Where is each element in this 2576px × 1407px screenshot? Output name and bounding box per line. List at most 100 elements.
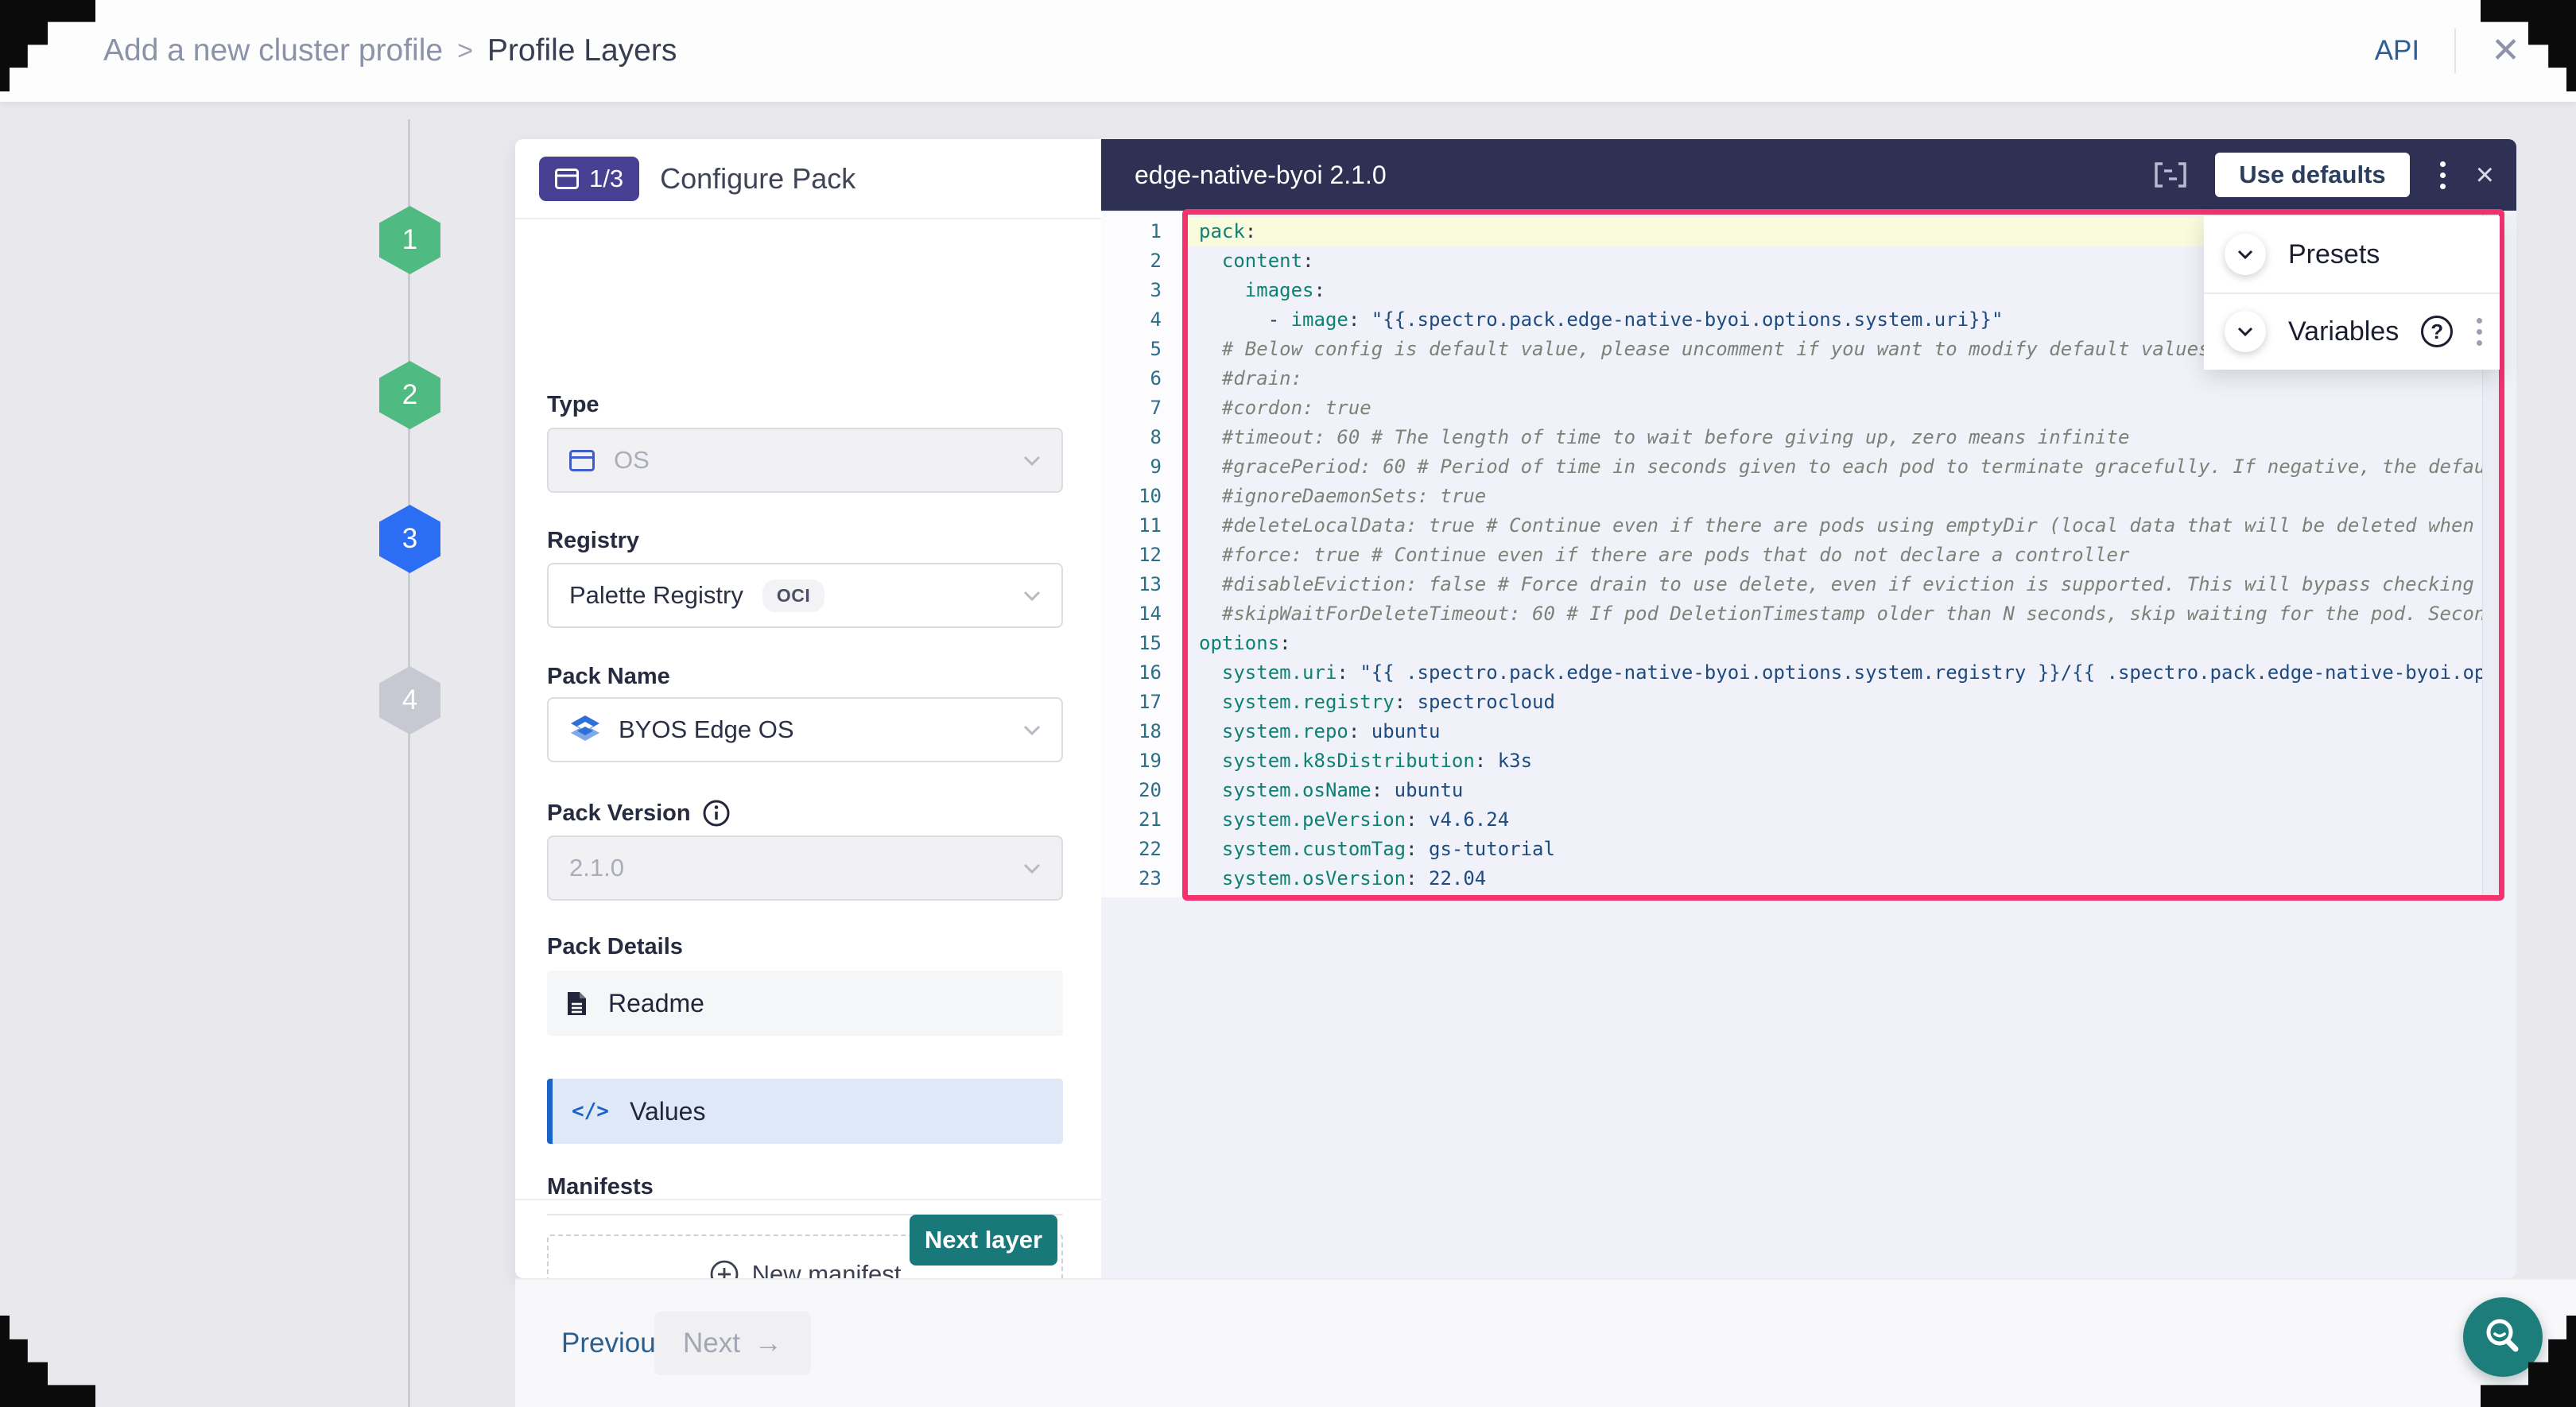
chevron-down-icon [2237, 327, 2253, 336]
configure-pack-panel: 1/3 Configure Pack Type OS Registry Pale… [515, 139, 1101, 1278]
previous-button[interactable]: Previous [561, 1280, 669, 1407]
byos-pack-icon [569, 715, 601, 745]
pack-version-value: 2.1.0 [569, 854, 624, 882]
breadcrumb: Add a new cluster profile > Profile Laye… [103, 0, 677, 102]
chevron-down-icon [1023, 455, 1041, 466]
pack-name-value: BYOS Edge OS [619, 715, 794, 744]
code-line[interactable]: #gracePeriod: 60 # Period of time in sec… [1188, 452, 2499, 482]
code-line[interactable]: #skipWaitForDeleteTimeout: 60 # If pod D… [1188, 599, 2499, 629]
line-number: 5 [1101, 335, 1182, 364]
variables-row: Variables ? [2204, 293, 2500, 369]
code-line[interactable]: system.peVersion: v4.6.24 [1188, 805, 2499, 835]
use-defaults-button[interactable]: Use defaults [2215, 153, 2409, 197]
pack-icon [555, 169, 579, 189]
next-layer-button[interactable]: Next layer [910, 1215, 1057, 1266]
step-badge-2[interactable]: 2 [379, 361, 440, 429]
pack-version-select[interactable]: 2.1.0 [547, 835, 1063, 901]
code-line[interactable]: system.osVersion: 22.04 [1188, 864, 2499, 893]
step-badge-1[interactable]: 1 [379, 206, 440, 274]
info-icon[interactable] [702, 799, 731, 828]
line-number: 2 [1101, 246, 1182, 276]
values-label: Values [630, 1097, 705, 1126]
editor-toolbar: Use defaults × [2153, 139, 2494, 211]
code-line[interactable]: #timeout: 60 # The length of time to wai… [1188, 423, 2499, 452]
crop-corner-mark [0, 1316, 95, 1407]
header-divider [2454, 28, 2456, 74]
wizard-timeline [408, 119, 410, 1407]
line-number: 8 [1101, 423, 1182, 452]
os-icon [569, 450, 595, 471]
chevron-down-icon [1023, 591, 1041, 601]
oci-badge: OCI [762, 579, 824, 612]
code-line[interactable]: #ignoreDaemonSets: true [1188, 482, 2499, 511]
diff-view-icon[interactable] [2153, 161, 2188, 188]
values-editor-panel: edge-native-byoi 2.1.0 Use defaults × 12… [1101, 139, 2516, 1278]
configure-pack-header: 1/3 Configure Pack [515, 139, 1101, 219]
line-number: 11 [1101, 511, 1182, 541]
chevron-down-icon [2237, 250, 2253, 259]
type-label: Type [547, 392, 599, 418]
variables-expand-button[interactable] [2225, 311, 2266, 352]
code-line[interactable]: system.uri: "{{ .spectro.pack.edge-nativ… [1188, 658, 2499, 688]
readme-tab[interactable]: Readme [547, 971, 1063, 1036]
line-number: 18 [1101, 717, 1182, 746]
magnifier-icon [2480, 1314, 2526, 1360]
code-line[interactable]: #deleteLocalData: true # Continue even i… [1188, 511, 2499, 541]
presets-expand-button[interactable] [2225, 234, 2266, 275]
presets-variables-panel: Presets Variables ? [2204, 216, 2500, 370]
step-badge-3[interactable]: 3 [379, 505, 440, 573]
line-number: 10 [1101, 482, 1182, 511]
values-code-icon: </> [572, 1099, 609, 1123]
presets-label: Presets [2288, 239, 2380, 270]
line-number: 20 [1101, 776, 1182, 805]
header-bar: Add a new cluster profile > Profile Laye… [0, 0, 2576, 102]
registry-value: Palette Registry [569, 581, 743, 610]
line-number: 3 [1101, 276, 1182, 305]
line-number: 22 [1101, 835, 1182, 864]
editor-kebab-menu-icon[interactable] [2437, 158, 2449, 192]
editor-header: edge-native-byoi 2.1.0 Use defaults × [1101, 139, 2516, 211]
variables-help-icon[interactable]: ? [2421, 316, 2453, 347]
line-number: 6 [1101, 364, 1182, 393]
code-line[interactable]: #cordon: true [1188, 393, 2499, 423]
variables-label: Variables [2288, 316, 2399, 347]
presets-row: Presets [2204, 216, 2500, 293]
values-tab[interactable]: </> Values [547, 1079, 1063, 1144]
pack-step-badge: 1/3 [539, 157, 639, 201]
form-footer-divider [515, 1199, 1101, 1200]
pack-details-label: Pack Details [547, 934, 683, 960]
breadcrumb-parent[interactable]: Add a new cluster profile [103, 33, 443, 68]
type-select[interactable]: OS [547, 428, 1063, 493]
line-number: 7 [1101, 393, 1182, 423]
editor-close-icon[interactable]: × [2476, 159, 2494, 191]
line-number: 17 [1101, 688, 1182, 717]
line-number: 23 [1101, 864, 1182, 893]
code-line[interactable]: #force: true # Continue even if there ar… [1188, 541, 2499, 570]
code-line[interactable]: system.registry: spectrocloud [1188, 688, 2499, 717]
variables-kebab-menu-icon[interactable] [2473, 315, 2485, 349]
line-number: 15 [1101, 629, 1182, 658]
api-link[interactable]: API [2375, 35, 2419, 67]
line-number: 12 [1101, 541, 1182, 570]
breadcrumb-separator-icon: > [457, 36, 473, 67]
manifests-label: Manifests [547, 1174, 654, 1200]
step-badge-4[interactable]: 4 [379, 666, 440, 735]
registry-select[interactable]: Palette Registry OCI [547, 563, 1063, 628]
pack-step-count: 1/3 [589, 165, 623, 193]
code-line[interactable]: options: [1188, 629, 2499, 658]
pack-name-select[interactable]: BYOS Edge OS [547, 697, 1063, 762]
code-line[interactable]: system.customTag: gs-tutorial [1188, 835, 2499, 864]
next-button[interactable]: Next → [654, 1312, 811, 1375]
editor-pack-title: edge-native-byoi 2.1.0 [1135, 139, 1387, 211]
line-number: 16 [1101, 658, 1182, 688]
code-line[interactable]: system.repo: ubuntu [1188, 717, 2499, 746]
readme-doc-icon [566, 990, 588, 1017]
close-icon[interactable]: ✕ [2491, 33, 2520, 68]
line-number: 21 [1101, 805, 1182, 835]
line-number: 19 [1101, 746, 1182, 776]
pack-version-label: Pack Version [547, 799, 731, 828]
chevron-down-icon [1023, 863, 1041, 874]
code-line[interactable]: system.k8sDistribution: k3s [1188, 746, 2499, 776]
code-line[interactable]: #disableEviction: false # Force drain to… [1188, 570, 2499, 599]
code-line[interactable]: system.osName: ubuntu [1188, 776, 2499, 805]
